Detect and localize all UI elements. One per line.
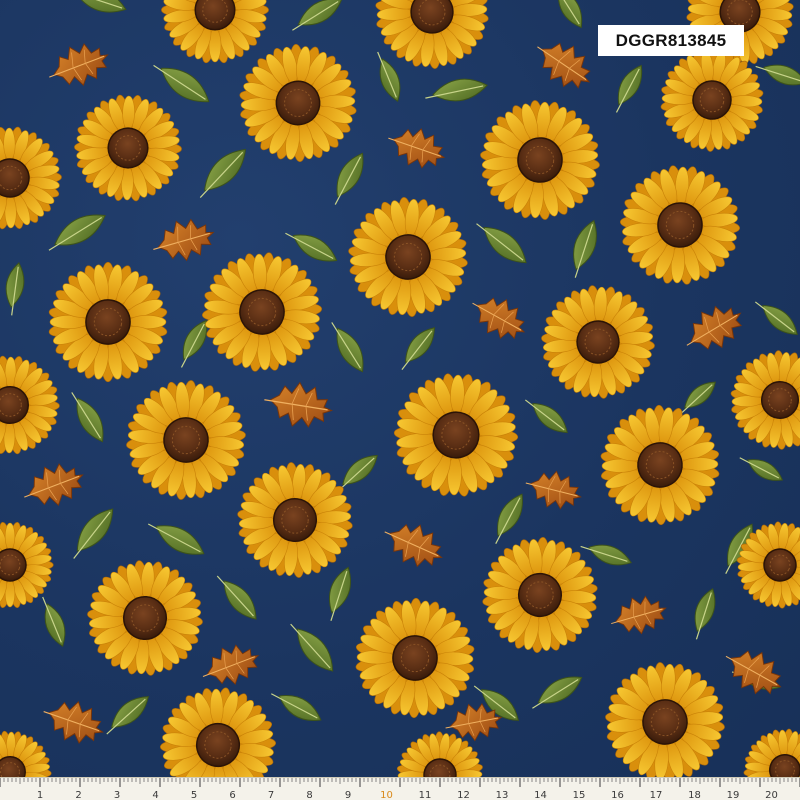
green-leaf-icon bbox=[328, 566, 352, 621]
product-code-label: DGGR813845 bbox=[598, 25, 744, 56]
ruler-number: 5 bbox=[191, 790, 197, 800]
green-leaf-icon bbox=[106, 696, 150, 735]
green-leaf-icon bbox=[71, 392, 104, 443]
autumn-oak-leaf-icon bbox=[725, 650, 782, 695]
green-leaf-icon bbox=[73, 508, 114, 559]
green-leaf-icon bbox=[65, 0, 127, 13]
autumn-oak-leaf-icon bbox=[153, 218, 215, 262]
sunflower-icon bbox=[74, 94, 182, 202]
fabric-pattern-canvas: DGGR813845 1 2 3 4 5 6 7 8 9 10 11 12 13 14 15 16 17 18 19… bbox=[0, 0, 800, 800]
ruler-number: 13 bbox=[496, 790, 509, 800]
ruler-number: 3 bbox=[114, 790, 120, 800]
autumn-oak-leaf-icon bbox=[525, 470, 582, 510]
ruler-number: 18 bbox=[688, 790, 701, 800]
green-leaf-icon bbox=[532, 676, 583, 709]
autumn-oak-leaf-icon bbox=[202, 644, 260, 685]
sunflower-icon bbox=[237, 462, 353, 578]
ruler-number: 20 bbox=[765, 790, 778, 800]
autumn-oak-leaf-icon bbox=[388, 128, 446, 169]
ruler-number: 15 bbox=[573, 790, 586, 800]
sunflower-icon bbox=[355, 597, 475, 719]
ruler-number: 19 bbox=[727, 790, 740, 800]
green-leaf-icon bbox=[495, 493, 523, 544]
measuring-ruler: 1 2 3 4 5 6 7 8 9 10 11 12 13 14 15 16 17 18 19 20 bbox=[0, 777, 800, 800]
green-leaf-icon bbox=[199, 148, 247, 198]
ruler-number: 16 bbox=[611, 790, 624, 800]
sunflower-icon bbox=[161, 0, 269, 64]
green-leaf-icon bbox=[739, 457, 784, 481]
sunflower-fabric-print bbox=[0, 0, 800, 800]
ruler-number: 6 bbox=[229, 790, 235, 800]
ruler-number: 2 bbox=[75, 790, 81, 800]
ruler-number: 1 bbox=[37, 790, 43, 800]
ruler-number: 11 bbox=[419, 790, 432, 800]
ruler-number: 9 bbox=[345, 790, 351, 800]
green-leaf-icon bbox=[476, 223, 527, 264]
sunflower-icon bbox=[480, 100, 600, 220]
sunflower-icon bbox=[0, 355, 60, 455]
ruler-number: 7 bbox=[268, 790, 274, 800]
sunflower-icon bbox=[201, 252, 323, 372]
autumn-oak-leaf-icon bbox=[686, 305, 743, 350]
ruler-number: 10 bbox=[380, 790, 393, 800]
autumn-oak-leaf-icon bbox=[43, 700, 104, 744]
green-leaf-icon bbox=[147, 523, 205, 555]
sunflower-icon bbox=[482, 537, 598, 653]
green-leaf-icon bbox=[524, 399, 568, 433]
ruler-number: 14 bbox=[534, 790, 547, 800]
sunflower-icon bbox=[0, 126, 62, 230]
green-leaf-icon bbox=[331, 322, 364, 373]
green-leaf-icon bbox=[580, 544, 632, 566]
sunflower-icon bbox=[730, 350, 800, 450]
sunflower-icon bbox=[126, 380, 246, 500]
sunflower-icon bbox=[87, 560, 203, 676]
ruler-number: 8 bbox=[306, 790, 312, 800]
autumn-oak-leaf-icon bbox=[611, 595, 667, 635]
green-leaf-icon bbox=[401, 327, 435, 371]
green-leaf-icon bbox=[5, 262, 25, 316]
green-leaf-icon bbox=[694, 588, 716, 640]
sunflower-icon bbox=[393, 373, 519, 497]
green-leaf-icon bbox=[292, 0, 343, 31]
autumn-oak-leaf-icon bbox=[537, 42, 591, 89]
sunflower-icon bbox=[736, 521, 800, 609]
green-leaf-icon bbox=[334, 152, 364, 205]
green-leaf-icon bbox=[615, 64, 643, 113]
green-leaf-icon bbox=[573, 219, 597, 278]
green-leaf-icon bbox=[425, 78, 488, 102]
green-leaf-icon bbox=[42, 596, 66, 647]
autumn-oak-leaf-icon bbox=[384, 523, 443, 568]
autumn-oak-leaf-icon bbox=[49, 43, 109, 87]
sunflower-icon bbox=[619, 165, 741, 285]
green-leaf-icon bbox=[153, 64, 210, 103]
green-leaf-icon bbox=[216, 575, 257, 620]
ruler-number: 17 bbox=[650, 790, 663, 800]
autumn-oak-leaf-icon bbox=[472, 297, 526, 340]
green-leaf-icon bbox=[48, 214, 106, 251]
autumn-oak-leaf-icon bbox=[24, 463, 84, 507]
sunflower-icon bbox=[600, 404, 720, 526]
sunflower-icon bbox=[0, 522, 54, 608]
green-leaf-icon bbox=[755, 64, 800, 86]
ruler-number: 4 bbox=[152, 790, 158, 800]
ruler-number: 12 bbox=[457, 790, 470, 800]
green-leaf-icon bbox=[552, 0, 583, 29]
green-leaf-icon bbox=[290, 623, 334, 672]
green-leaf-icon bbox=[271, 693, 322, 721]
autumn-oak-leaf-icon bbox=[264, 381, 333, 428]
sunflower-icon bbox=[541, 285, 655, 399]
green-leaf-icon bbox=[754, 301, 798, 335]
sunflower-icon bbox=[48, 261, 168, 383]
sunflower-icon bbox=[348, 197, 468, 317]
